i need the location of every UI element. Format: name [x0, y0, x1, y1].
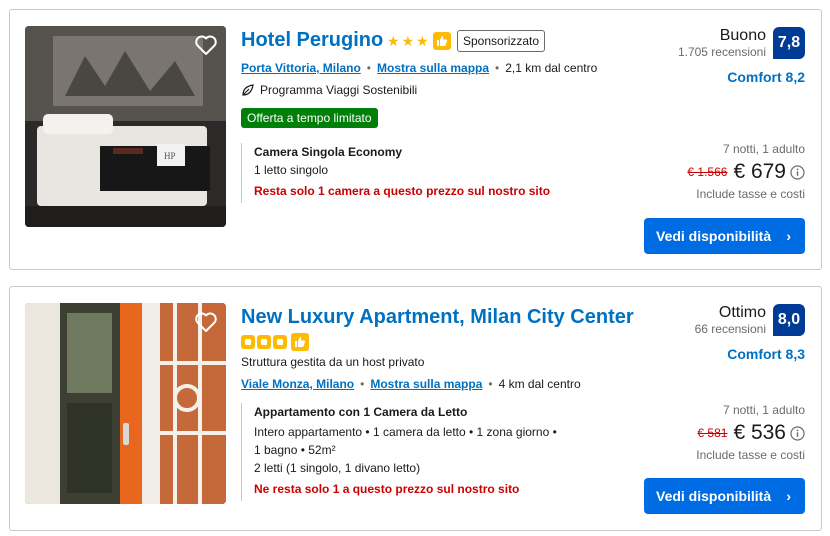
stay-length: 7 notti, 1 adulto — [722, 403, 805, 417]
distance-text: 4 km dal centro — [498, 377, 581, 391]
property-photo[interactable]: HP — [25, 26, 226, 227]
sponsored-label: Sponsorizzato — [457, 30, 546, 52]
deal-badge: Offerta a tempo limitato — [241, 108, 378, 128]
square-rating-icon — [257, 335, 271, 349]
see-availability-button[interactable]: Vedi disponibilità › — [644, 218, 805, 254]
price-box: 7 notti, 1 adulto € 581 € 536 Include ta… — [696, 403, 805, 462]
taxes-note: Include tasse e costi — [696, 448, 805, 462]
property-card[interactable]: HP Hotel Perugino ★ ★ ★ Sponsorizzato Po… — [9, 9, 822, 270]
sustainability-row: Programma Viaggi Sostenibili — [241, 83, 417, 97]
property-title[interactable]: Hotel Perugino — [241, 29, 383, 52]
room-name: Camera Singola Economy — [254, 145, 403, 159]
room-detail: Intero appartamento • 1 camera da letto … — [254, 425, 557, 439]
location-link[interactable]: Viale Monza, Milano — [241, 377, 354, 391]
chevron-right-icon: › — [786, 488, 791, 504]
star-rating: ★ ★ ★ — [387, 32, 451, 50]
review-score[interactable]: Buono 1.705 recensioni 7,8 — [678, 27, 805, 60]
comfort-score: Comfort 8,3 — [727, 346, 805, 362]
original-price: € 1.566 — [687, 165, 728, 179]
svg-text:HP: HP — [164, 151, 176, 161]
score-word: Ottimo — [718, 304, 766, 321]
comfort-score: Comfort 8,2 — [727, 69, 805, 85]
star-icon: ★ — [401, 33, 415, 49]
thumbs-up-icon — [291, 333, 309, 351]
heart-icon[interactable] — [194, 34, 218, 56]
thumbs-up-icon — [432, 32, 451, 50]
score-word: Buono — [719, 27, 766, 44]
square-rating — [241, 333, 309, 351]
square-rating-icon — [273, 335, 287, 349]
property-card[interactable]: New Luxury Apartment, Milan City Center … — [9, 286, 822, 531]
distance-text: 2,1 km dal centro — [505, 61, 598, 75]
sustainability-label: Programma Viaggi Sostenibili — [260, 83, 418, 97]
info-icon[interactable] — [790, 164, 805, 180]
property-photo[interactable] — [25, 303, 226, 504]
current-price: € 679 — [733, 160, 786, 183]
review-score[interactable]: Ottimo 66 recensioni 8,0 — [695, 304, 805, 337]
button-label: Vedi disponibilità — [656, 488, 772, 504]
see-availability-button[interactable]: Vedi disponibilità › — [644, 478, 805, 514]
star-icon: ★ — [416, 33, 429, 49]
room-detail: 1 letto singolo — [254, 163, 329, 177]
room-detail: 1 bagno • 52m² — [254, 443, 336, 457]
host-note: Struttura gestita da un host privato — [241, 355, 425, 369]
current-price: € 536 — [733, 421, 786, 444]
heart-icon[interactable] — [194, 311, 218, 333]
score-badge: 7,8 — [773, 27, 805, 59]
button-label: Vedi disponibilità — [656, 228, 772, 244]
info-icon[interactable] — [790, 425, 805, 441]
review-count: 66 recensioni — [694, 322, 766, 336]
availability-warning: Resta solo 1 camera a questo prezzo sul … — [254, 184, 551, 198]
location-row: Viale Monza, Milano • Mostra sulla mappa… — [241, 377, 581, 391]
review-count: 1.705 recensioni — [677, 45, 766, 59]
leaf-icon — [242, 83, 254, 96]
room-detail: 2 letti (1 singolo, 1 divano letto) — [254, 461, 421, 475]
room-name: Appartamento con 1 Camera da Letto — [254, 405, 468, 419]
room-info: Appartamento con 1 Camera da Letto Inter… — [241, 403, 557, 501]
availability-warning: Ne resta solo 1 a questo prezzo sul nost… — [254, 482, 520, 496]
location-row: Porta Vittoria, Milano • Mostra sulla ma… — [241, 61, 598, 75]
property-title[interactable]: New Luxury Apartment, Milan City Center — [241, 306, 634, 329]
room-info: Camera Singola Economy 1 letto singolo R… — [241, 143, 550, 203]
star-icon: ★ — [387, 33, 400, 49]
show-map-link[interactable]: Mostra sulla mappa — [377, 61, 489, 75]
score-badge: 8,0 — [773, 304, 805, 336]
location-link[interactable]: Porta Vittoria, Milano — [241, 61, 361, 75]
original-price: € 581 — [697, 426, 728, 440]
taxes-note: Include tasse e costi — [696, 187, 805, 201]
show-map-link[interactable]: Mostra sulla mappa — [370, 377, 482, 391]
stay-length: 7 notti, 1 adulto — [722, 142, 805, 156]
chevron-right-icon: › — [786, 228, 791, 244]
square-rating-icon — [241, 335, 255, 349]
price-box: 7 notti, 1 adulto € 1.566 € 679 Include … — [687, 142, 805, 201]
